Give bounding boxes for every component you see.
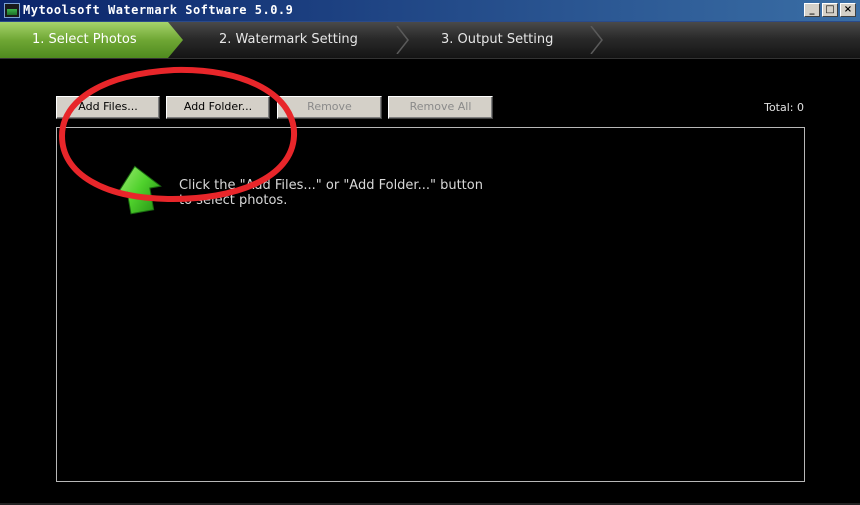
step-watermark-setting[interactable]: 2. Watermark Setting bbox=[219, 22, 358, 58]
window-title: Mytoolsoft Watermark Software 5.0.9 bbox=[23, 3, 294, 17]
step-separator-icon bbox=[590, 26, 604, 54]
window-controls: _ □ × bbox=[804, 3, 856, 17]
total-count: Total: 0 bbox=[764, 101, 804, 114]
close-button[interactable]: × bbox=[840, 3, 856, 17]
add-files-button[interactable]: Add Files... bbox=[56, 96, 160, 119]
hint-line-1: Click the "Add Files..." or "Add Folder.… bbox=[179, 178, 483, 193]
step-label: 3. Output Setting bbox=[441, 32, 554, 47]
step-label: 2. Watermark Setting bbox=[219, 32, 358, 47]
remove-all-button[interactable]: Remove All bbox=[388, 96, 493, 119]
empty-hint-text: Click the "Add Files..." or "Add Folder.… bbox=[179, 178, 499, 208]
green-arrow-icon bbox=[116, 164, 165, 220]
step-label: 1. Select Photos bbox=[32, 32, 137, 47]
maximize-button[interactable]: □ bbox=[822, 3, 838, 17]
title-bar: Mytoolsoft Watermark Software 5.0.9 _ □ … bbox=[0, 0, 860, 22]
step-separator-icon bbox=[396, 26, 410, 54]
step-select-photos[interactable]: 1. Select Photos bbox=[0, 22, 183, 58]
step-output-setting[interactable]: 3. Output Setting bbox=[441, 22, 553, 58]
remove-button[interactable]: Remove bbox=[277, 96, 382, 119]
photo-list-panel[interactable]: Click the "Add Files..." or "Add Folder.… bbox=[56, 127, 805, 482]
hint-line-2: to select photos. bbox=[179, 193, 288, 208]
minimize-button[interactable]: _ bbox=[804, 3, 820, 17]
add-folder-button[interactable]: Add Folder... bbox=[166, 96, 270, 119]
app-icon[interactable] bbox=[4, 3, 20, 18]
wizard-steps-bar: 1. Select Photos 2. Watermark Setting 3.… bbox=[0, 22, 860, 59]
